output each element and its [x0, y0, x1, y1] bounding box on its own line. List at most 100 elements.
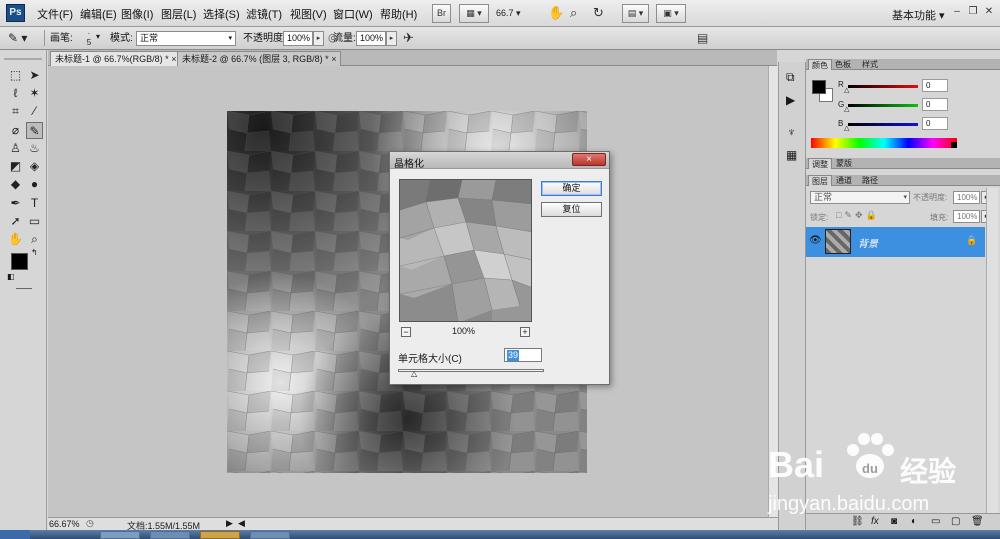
cell-size-input[interactable]: 39: [504, 348, 542, 362]
tab-styles[interactable]: 样式: [859, 59, 881, 70]
channel-g-handle-icon[interactable]: △: [844, 105, 849, 113]
channel-g-slider[interactable]: [848, 104, 918, 107]
menu-file[interactable]: 文件(F): [37, 6, 73, 22]
filter-preview[interactable]: [399, 179, 532, 322]
menu-window[interactable]: 窗口(W): [333, 6, 373, 22]
zoom-in-button[interactable]: +: [520, 327, 530, 337]
dialog-close-button[interactable]: ×: [572, 153, 606, 166]
brush-tool-icon[interactable]: ✎: [26, 122, 43, 139]
hand-icon[interactable]: ✋: [548, 5, 564, 21]
menu-image[interactable]: 图像(I): [121, 6, 153, 22]
menu-filter[interactable]: 滤镜(T): [246, 6, 282, 22]
tab-document-1[interactable]: 未标题-1 @ 66.7%(RGB/8) * ×: [50, 51, 182, 66]
minimize-icon[interactable]: –: [950, 5, 964, 19]
menu-select[interactable]: 选择(S): [203, 6, 240, 22]
tab-channels[interactable]: 通道: [833, 175, 855, 186]
tab-masks[interactable]: 蒙版: [833, 158, 855, 169]
panel-foreground-swatch[interactable]: [812, 80, 826, 94]
layer-row-background[interactable]: 👁 背景 🔒: [806, 227, 985, 257]
swap-colors-icon[interactable]: ↰: [31, 248, 38, 257]
workspace-switcher[interactable]: 基本功能 ▾: [892, 7, 945, 23]
channel-b-input[interactable]: 0: [922, 117, 948, 130]
close-tab-icon[interactable]: ×: [171, 54, 176, 64]
path-selection-tool-icon[interactable]: ➚: [7, 213, 24, 230]
clone-source-icon[interactable]: ▦: [786, 148, 797, 162]
type-tool-icon[interactable]: T: [26, 195, 43, 212]
history-brush-tool-icon[interactable]: ♨: [26, 140, 43, 157]
brush-presets-icon[interactable]: ♆: [787, 125, 796, 139]
menu-help[interactable]: 帮助(H): [380, 6, 417, 22]
rectangle-tool-icon[interactable]: ▭: [26, 213, 43, 230]
channel-r-input[interactable]: 0: [922, 79, 948, 92]
dodge-tool-icon[interactable]: ●: [26, 176, 43, 193]
toolbox-grip[interactable]: [4, 58, 42, 60]
actions-icon[interactable]: ▶: [786, 93, 795, 107]
fill-input[interactable]: 100%: [953, 210, 980, 223]
channel-r-slider[interactable]: [848, 85, 918, 88]
arrange-documents-button[interactable]: ▤ ▾: [622, 4, 649, 23]
taskbar-app-2[interactable]: [150, 531, 190, 539]
airbrush-icon[interactable]: ✈: [403, 30, 414, 46]
screen-mode-button[interactable]: ▣ ▾: [656, 4, 686, 23]
channel-b-handle-icon[interactable]: △: [844, 124, 849, 132]
blur-tool-icon[interactable]: ◆: [7, 176, 24, 193]
taskbar-app-3[interactable]: [200, 531, 240, 539]
tab-layers[interactable]: 图层: [808, 175, 832, 186]
eyedropper-tool-icon[interactable]: ⁄: [26, 103, 43, 120]
rotate-view-icon[interactable]: ↻: [593, 5, 604, 21]
bridge-button[interactable]: Br: [432, 4, 451, 23]
dialog-titlebar[interactable]: 晶格化 ×: [390, 152, 609, 170]
tab-paths[interactable]: 路径: [859, 175, 881, 186]
zoom-tool-icon[interactable]: ⌕: [26, 231, 43, 248]
restore-icon[interactable]: ❐: [966, 5, 980, 19]
close-tab-icon[interactable]: ×: [331, 54, 336, 64]
zoom-out-button[interactable]: −: [401, 327, 411, 337]
ok-button[interactable]: 确定: [541, 181, 602, 196]
chevron-down-icon[interactable]: ▾: [96, 32, 100, 41]
brush-tool-icon[interactable]: ✎ ▾: [8, 31, 27, 45]
taskbar-app-1[interactable]: [100, 531, 140, 539]
tab-swatches[interactable]: 色板: [832, 59, 854, 70]
menu-view[interactable]: 视图(V): [290, 6, 327, 22]
scroll-left-icon[interactable]: ◀: [238, 518, 245, 529]
brush-panel-toggle-icon[interactable]: ▤: [697, 31, 708, 45]
pen-tool-icon[interactable]: ✒: [7, 195, 24, 212]
view-extras-button[interactable]: ▦ ▾: [459, 4, 489, 23]
black-swatch[interactable]: [951, 142, 957, 148]
status-info-icon[interactable]: ◷: [86, 518, 94, 529]
lock-icons[interactable]: □✎✥🔒: [836, 210, 880, 221]
reset-button[interactable]: 复位: [541, 202, 602, 217]
opacity-input[interactable]: 100%: [283, 31, 313, 46]
zoom-readout[interactable]: 66.67%: [49, 519, 80, 529]
zoom-level-dropdown[interactable]: 66.7 ▾: [496, 6, 536, 20]
foreground-color-swatch[interactable]: [11, 253, 28, 270]
quick-mask-icon[interactable]: [16, 288, 32, 289]
channel-g-input[interactable]: 0: [922, 98, 948, 111]
paint-bucket-tool-icon[interactable]: ◈: [26, 158, 43, 175]
color-spectrum-bar[interactable]: [811, 138, 957, 148]
tab-color[interactable]: 颜色: [808, 59, 832, 70]
menu-layer[interactable]: 图层(L): [161, 6, 196, 22]
status-menu-arrow-icon[interactable]: ▶: [226, 518, 233, 529]
flow-input[interactable]: 100%: [356, 31, 386, 46]
cell-size-slider-handle-icon[interactable]: △: [411, 370, 417, 378]
flow-slider-button[interactable]: ▸: [386, 31, 397, 46]
cell-size-slider[interactable]: [398, 369, 544, 372]
healing-brush-tool-icon[interactable]: ⌀: [7, 122, 24, 139]
start-button[interactable]: [0, 530, 30, 539]
taskbar-app-4[interactable]: [250, 531, 290, 539]
opacity-slider-button[interactable]: ▸: [313, 31, 324, 46]
hand-tool-icon[interactable]: ✋: [7, 231, 24, 248]
tab-adjustments[interactable]: 调整: [808, 158, 832, 169]
layer-name[interactable]: 背景: [858, 235, 878, 250]
move-tool-icon[interactable]: ➤: [26, 67, 43, 84]
eraser-tool-icon[interactable]: ◩: [7, 158, 24, 175]
crop-tool-icon[interactable]: ⌗: [7, 103, 24, 120]
mode-select[interactable]: 正常 ▾: [136, 31, 236, 46]
magic-wand-tool-icon[interactable]: ✶: [26, 85, 43, 102]
marquee-tool-icon[interactable]: ⬚: [7, 67, 24, 84]
menu-edit[interactable]: 编辑(E): [80, 6, 117, 22]
blend-mode-select[interactable]: 正常 ▾: [810, 191, 910, 204]
clone-stamp-tool-icon[interactable]: ♙: [7, 140, 24, 157]
channel-r-handle-icon[interactable]: △: [844, 86, 849, 94]
